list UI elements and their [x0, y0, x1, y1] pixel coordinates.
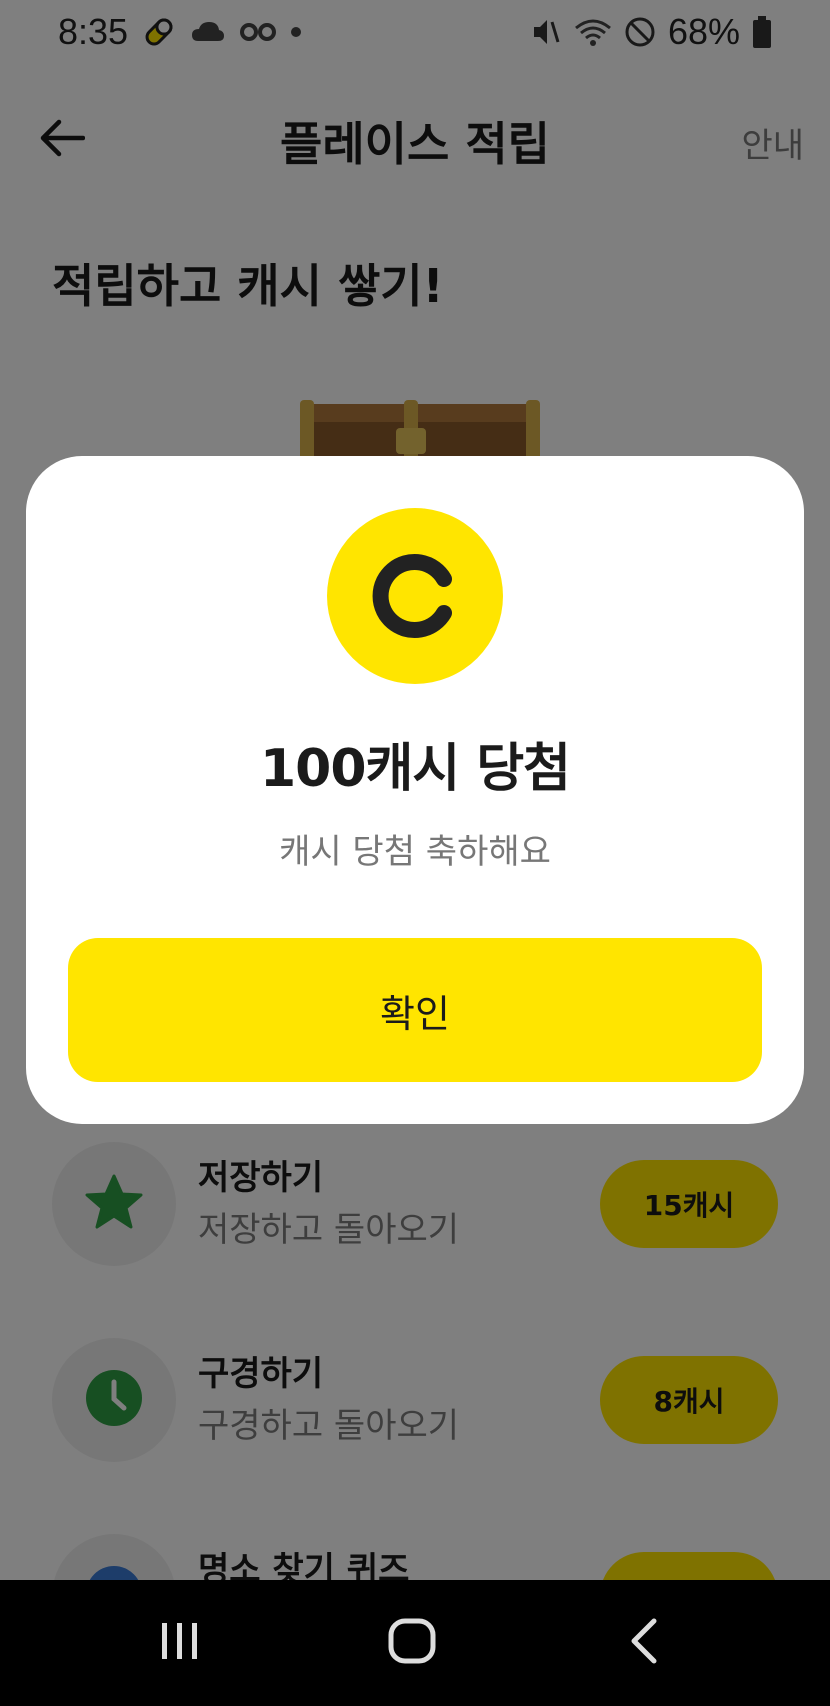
navigation-bar: [0, 1580, 830, 1706]
recent-apps-icon: [158, 1619, 202, 1667]
home-button[interactable]: [372, 1610, 452, 1676]
reward-dialog: 100캐시 당첨 캐시 당첨 축하해요 확인: [26, 456, 804, 1124]
back-nav-button[interactable]: [604, 1610, 684, 1676]
dialog-subtitle: 캐시 당첨 축하해요: [279, 832, 551, 872]
back-icon: [624, 1617, 664, 1669]
confirm-button[interactable]: 확인: [68, 938, 762, 1082]
cash-coin-icon: [327, 508, 503, 684]
dialog-title: 100캐시 당첨: [259, 739, 571, 799]
recent-apps-button[interactable]: [140, 1610, 220, 1676]
home-icon: [387, 1617, 437, 1669]
